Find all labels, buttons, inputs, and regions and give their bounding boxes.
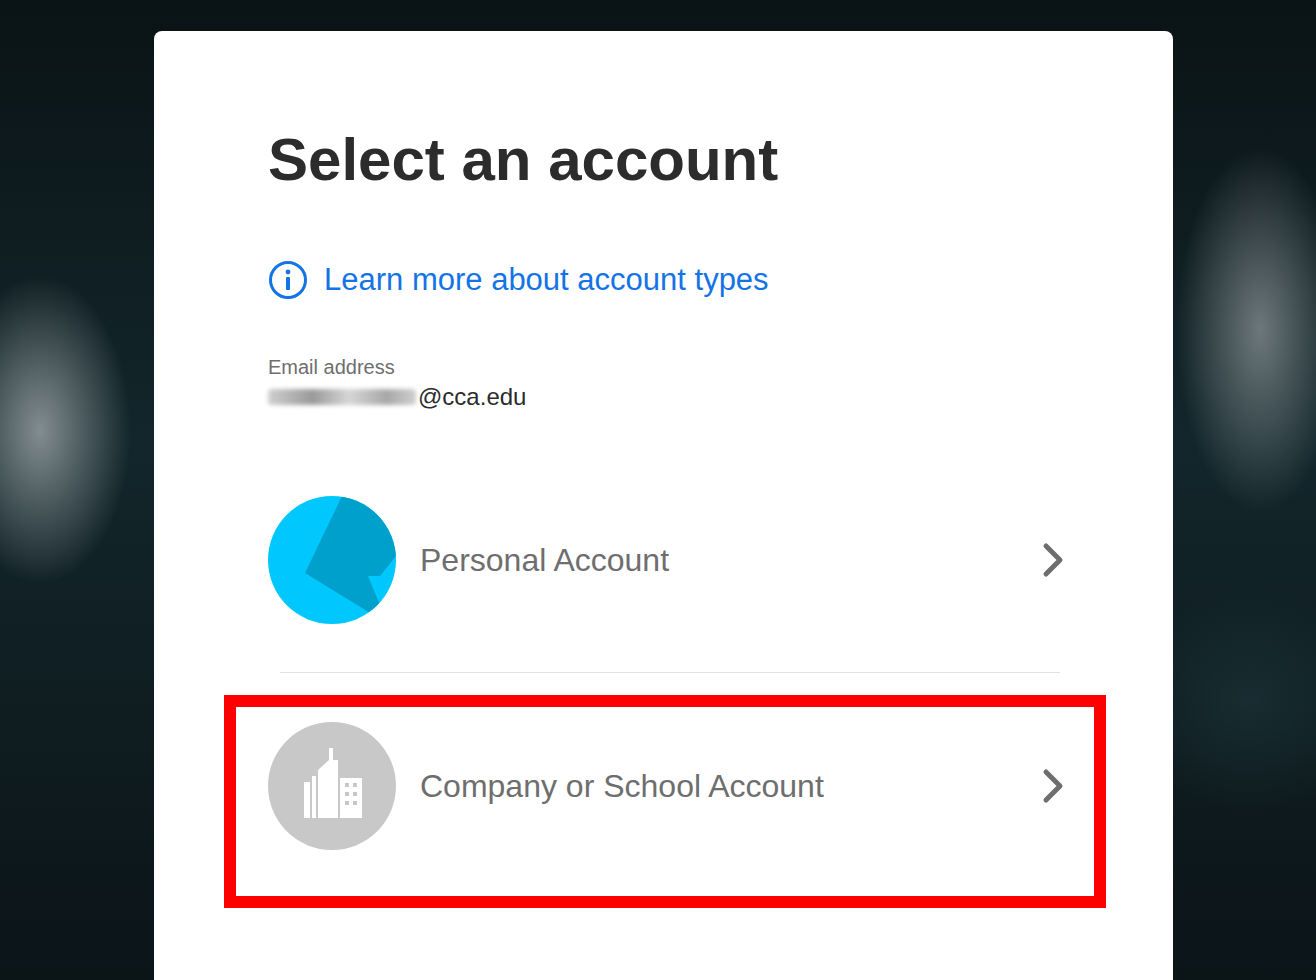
page-title: Select an account	[268, 124, 1173, 196]
redacted-email-blur	[268, 389, 416, 405]
building-icon	[268, 722, 396, 850]
chevron-right-icon	[1038, 766, 1068, 806]
row-divider	[280, 672, 1060, 673]
account-list: Personal Account Company or School Accoun…	[268, 496, 1070, 850]
person-icon	[268, 496, 396, 624]
info-icon	[268, 260, 308, 300]
email-label: Email address	[268, 354, 1173, 380]
account-option[interactable]: Company or School Account	[268, 722, 1070, 850]
account-label[interactable]: Company or School Account	[420, 766, 1014, 806]
email-value: @cca.edu	[268, 383, 1173, 411]
email-text: @cca.edu	[418, 383, 526, 411]
account-types-link-text[interactable]: Learn more about account types	[324, 260, 769, 300]
account-option[interactable]: Personal Account	[268, 496, 1070, 624]
chevron-right-icon	[1038, 540, 1068, 580]
account-label[interactable]: Personal Account	[420, 540, 1014, 580]
account-picker-card: Select an account Learn more about accoun…	[154, 31, 1173, 980]
account-types-link[interactable]: Learn more about account types	[268, 260, 1173, 300]
